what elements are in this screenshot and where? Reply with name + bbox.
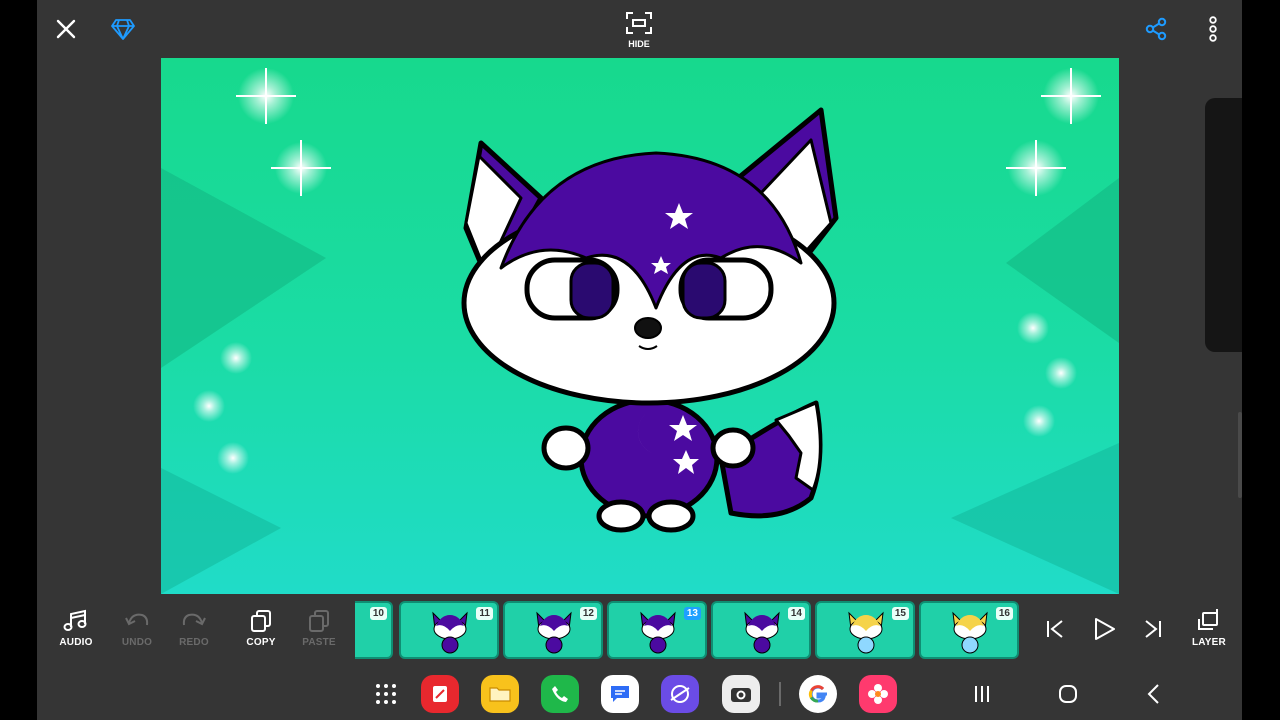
- frame-thumbnail-current[interactable]: 13: [607, 601, 707, 659]
- drawing-canvas[interactable]: [161, 58, 1119, 594]
- files-app-icon[interactable]: [481, 675, 519, 713]
- sidebar-handle[interactable]: [1238, 412, 1242, 498]
- folder-icon: [489, 687, 511, 702]
- flipnote-app-icon[interactable]: [421, 675, 459, 713]
- google-app-icon[interactable]: [799, 675, 837, 713]
- skip-to-end-icon: [1145, 620, 1161, 638]
- undo-icon: [125, 613, 149, 626]
- bottom-toolbar: AUDIO UNDO REDO COPY PASTE 10 11 12 13 1…: [37, 597, 1242, 661]
- camera-app-icon[interactable]: [722, 675, 760, 713]
- undo-label: UNDO: [121, 637, 153, 648]
- purple-fox-thumbnail: [640, 611, 676, 654]
- top-bar: HIDE: [37, 0, 1242, 58]
- side-panel[interactable]: [1205, 98, 1242, 352]
- layers-icon: [1198, 609, 1218, 630]
- last-frame-button[interactable]: [1140, 597, 1166, 666]
- copy-icon: [251, 610, 271, 632]
- share-button[interactable]: [1141, 14, 1171, 44]
- frame-number: 12: [579, 607, 597, 620]
- chat-bubble-icon: [611, 686, 629, 702]
- premium-button[interactable]: [108, 14, 138, 44]
- undo-button[interactable]: UNDO: [107, 597, 167, 661]
- music-note-icon: [63, 609, 87, 631]
- frame-thumbnail[interactable]: 10: [355, 601, 393, 659]
- messages-app-icon[interactable]: [601, 675, 639, 713]
- layer-label: LAYER: [1192, 637, 1226, 648]
- app-drawer-icon: [376, 684, 396, 704]
- skip-to-start-icon: [1047, 620, 1063, 638]
- fox-character: [461, 107, 839, 533]
- google-icon: [808, 685, 827, 703]
- purple-fox-thumbnail: [432, 611, 468, 654]
- frame-number: 15: [891, 607, 909, 620]
- frame-thumbnail[interactable]: 16: [919, 601, 1019, 659]
- close-icon: [56, 19, 76, 39]
- frame-strip[interactable]: 10 11 12 13 14 15 16: [355, 601, 1027, 659]
- camera-icon: [731, 688, 751, 702]
- paste-label: PASTE: [302, 637, 336, 648]
- internet-app-icon[interactable]: [661, 675, 699, 713]
- bg-triangle: [161, 168, 326, 368]
- play-button[interactable]: [1090, 597, 1118, 666]
- first-frame-button[interactable]: [1042, 597, 1068, 666]
- system-dock: [37, 662, 1242, 720]
- frame-thumbnail[interactable]: 14: [711, 601, 811, 659]
- flower-icon: [868, 684, 888, 704]
- paste-icon: [309, 610, 329, 632]
- yellow-fox-thumbnail: [848, 611, 884, 654]
- frame-thumbnail[interactable]: 15: [815, 601, 915, 659]
- redo-button[interactable]: REDO: [164, 597, 224, 661]
- notes-icon: [433, 686, 447, 702]
- gallery-app-icon[interactable]: [859, 675, 897, 713]
- purple-fox-thumbnail: [536, 611, 572, 654]
- redo-icon: [182, 613, 206, 626]
- app-drawer-button[interactable]: [367, 675, 405, 713]
- app-window: HIDE AUDIO UNDO REDO COPY PASTE 10 11 12…: [37, 0, 1242, 720]
- frame-number: 10: [369, 607, 387, 620]
- copy-button[interactable]: COPY: [231, 597, 291, 661]
- bg-triangle: [161, 468, 281, 594]
- hide-label: HIDE: [628, 39, 650, 49]
- frame-number: 14: [787, 607, 805, 620]
- audio-button[interactable]: AUDIO: [46, 597, 106, 661]
- recents-button[interactable]: [963, 675, 1001, 713]
- phone-app-icon[interactable]: [541, 675, 579, 713]
- globe-icon: [670, 685, 690, 703]
- diamond-icon: [111, 19, 135, 40]
- more-vertical-icon: [1209, 16, 1217, 42]
- play-icon: [1095, 618, 1115, 640]
- close-button[interactable]: [51, 14, 81, 44]
- home-icon: [1059, 685, 1077, 703]
- hide-button[interactable]: [624, 8, 654, 38]
- dock-divider: [779, 682, 781, 706]
- recents-icon: [975, 686, 989, 702]
- purple-fox-thumbnail: [744, 611, 780, 654]
- frame-number: 11: [476, 607, 493, 620]
- phone-icon: [552, 686, 568, 702]
- copy-label: COPY: [246, 637, 276, 648]
- bg-triangle: [951, 443, 1119, 594]
- more-button[interactable]: [1201, 14, 1225, 44]
- fullscreen-icon: [626, 12, 652, 34]
- frame-thumbnail[interactable]: 11: [399, 601, 499, 659]
- paste-button[interactable]: PASTE: [289, 597, 349, 661]
- frame-thumbnail[interactable]: 12: [503, 601, 603, 659]
- frame-number: 16: [995, 607, 1013, 620]
- home-button[interactable]: [1049, 675, 1087, 713]
- back-icon: [1147, 684, 1159, 704]
- back-button[interactable]: [1135, 675, 1173, 713]
- share-icon: [1145, 17, 1167, 41]
- layer-button[interactable]: LAYER: [1179, 597, 1239, 661]
- redo-label: REDO: [179, 637, 209, 648]
- canvas-artwork: [161, 68, 1119, 594]
- audio-label: AUDIO: [59, 637, 93, 648]
- yellow-fox-thumbnail: [952, 611, 988, 654]
- frame-number: 13: [683, 607, 701, 620]
